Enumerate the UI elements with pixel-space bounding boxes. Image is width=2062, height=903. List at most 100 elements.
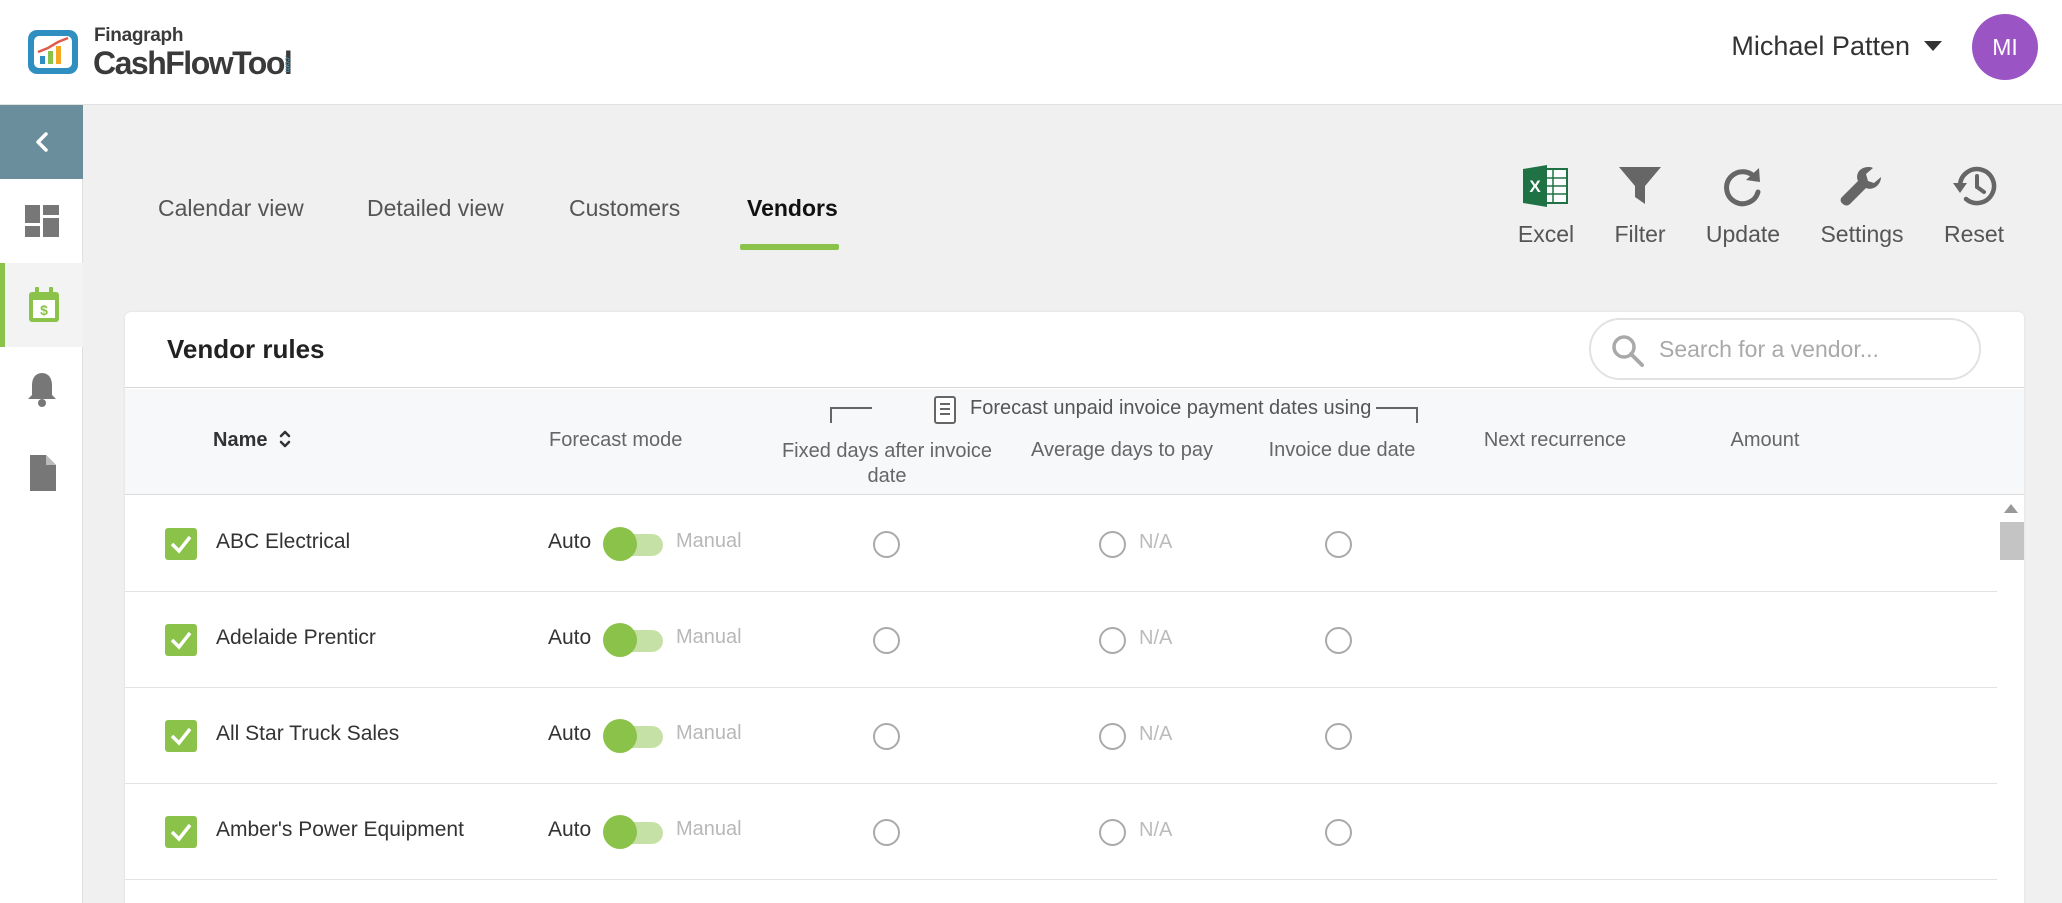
fixed-days-radio[interactable] bbox=[873, 627, 900, 654]
checkmark-icon bbox=[170, 823, 192, 842]
row-checkbox[interactable] bbox=[165, 624, 197, 656]
forecast-mode-toggle[interactable] bbox=[603, 527, 663, 561]
invoice-due-date-radio[interactable] bbox=[1325, 627, 1352, 654]
row-checkbox[interactable] bbox=[165, 816, 197, 848]
toggle-knob bbox=[603, 719, 637, 753]
logo-brand-top: Finagraph bbox=[94, 25, 184, 46]
table-row: Amber's Power Equipment Auto Manual N/A bbox=[125, 784, 1997, 880]
checkmark-icon bbox=[170, 535, 192, 554]
panel-title: Vendor rules bbox=[167, 334, 325, 364]
column-name-label: Name bbox=[213, 429, 268, 451]
vendor-rules-panel: Vendor rules Name Forecast mode bbox=[125, 312, 2024, 903]
sidebar-item-dashboard[interactable] bbox=[0, 179, 83, 263]
vendor-name: All Star Truck Sales bbox=[216, 722, 400, 745]
fixed-days-radio[interactable] bbox=[873, 819, 900, 846]
svg-text:$: $ bbox=[40, 302, 48, 318]
checkmark-icon bbox=[170, 631, 192, 650]
average-days-value: N/A bbox=[1139, 627, 1173, 649]
vendor-name: Adelaide Prenticr bbox=[216, 626, 376, 649]
update-button[interactable]: Update bbox=[1693, 165, 1793, 248]
filter-button[interactable]: Filter bbox=[1590, 165, 1690, 248]
refresh-icon bbox=[1724, 168, 1761, 207]
average-days-radio[interactable] bbox=[1099, 531, 1126, 558]
mode-auto-label: Auto bbox=[548, 530, 592, 553]
average-days-radio[interactable] bbox=[1099, 627, 1126, 654]
group-bracket-right bbox=[1376, 407, 1418, 423]
active-tab-indicator bbox=[740, 244, 839, 250]
filter-label: Filter bbox=[1614, 221, 1666, 247]
tab-customers[interactable]: Customers bbox=[569, 195, 680, 251]
settings-button[interactable]: Settings bbox=[1812, 165, 1912, 248]
table-row: All Star Truck Sales Auto Manual N/A bbox=[125, 688, 1997, 784]
dashboard-icon bbox=[24, 205, 59, 237]
left-sidebar: $ bbox=[0, 105, 83, 903]
excel-button[interactable]: X Excel bbox=[1496, 165, 1596, 248]
svg-text:X: X bbox=[1529, 177, 1541, 196]
history-icon bbox=[1953, 166, 1997, 206]
top-header: Finagraph CashFlowTool .com Michael Patt… bbox=[0, 0, 2062, 105]
sidebar-item-cashflow-calendar[interactable]: $ bbox=[0, 263, 83, 347]
search-icon bbox=[1612, 335, 1644, 367]
scroll-up-arrow-icon[interactable] bbox=[2004, 504, 2018, 513]
panel-header: Vendor rules bbox=[125, 312, 2024, 388]
forecast-method-group-header: Forecast unpaid invoice payment dates us… bbox=[830, 389, 1420, 429]
tab-detailed-view[interactable]: Detailed view bbox=[367, 195, 504, 251]
sidebar-collapse-button[interactable] bbox=[0, 105, 83, 179]
invoice-icon bbox=[934, 396, 956, 424]
column-fixed-days: Fixed days after invoice date bbox=[781, 440, 993, 487]
average-days-radio[interactable] bbox=[1099, 723, 1126, 750]
column-name[interactable]: Name bbox=[213, 429, 291, 452]
cashflowtool-logo[interactable]: Finagraph CashFlowTool .com bbox=[26, 25, 306, 85]
mode-manual-label: Manual bbox=[676, 818, 742, 840]
avatar[interactable]: MI bbox=[1972, 14, 2038, 80]
forecast-mode-toggle[interactable] bbox=[603, 623, 663, 657]
average-days-value: N/A bbox=[1139, 531, 1173, 553]
checkmark-icon bbox=[170, 727, 192, 746]
search-input[interactable] bbox=[1659, 334, 1959, 364]
update-label: Update bbox=[1705, 221, 1781, 247]
fixed-days-radio[interactable] bbox=[873, 531, 900, 558]
logo-brand-suffix: .com bbox=[283, 55, 292, 73]
table-header: Name Forecast mode Forecast unpaid invoi… bbox=[125, 389, 2024, 495]
sort-icon bbox=[279, 430, 291, 448]
toggle-knob bbox=[603, 527, 637, 561]
chevron-left-icon bbox=[35, 132, 48, 152]
mode-manual-label: Manual bbox=[676, 722, 742, 744]
forecast-mode-toggle[interactable] bbox=[603, 719, 663, 753]
column-invoice-due-date: Invoice due date bbox=[1268, 439, 1416, 461]
reset-button[interactable]: Reset bbox=[1924, 165, 2024, 248]
average-days-value: N/A bbox=[1139, 819, 1173, 841]
row-checkbox[interactable] bbox=[165, 528, 197, 560]
wrench-icon bbox=[1840, 167, 1881, 206]
invoice-due-date-radio[interactable] bbox=[1325, 531, 1352, 558]
invoice-due-date-radio[interactable] bbox=[1325, 819, 1352, 846]
excel-icon: X bbox=[1523, 165, 1568, 207]
average-days-radio[interactable] bbox=[1099, 819, 1126, 846]
tab-vendors[interactable]: Vendors bbox=[747, 195, 838, 251]
forecast-mode-toggle[interactable] bbox=[603, 815, 663, 849]
user-menu[interactable]: Michael Patten bbox=[1731, 28, 1942, 64]
caret-down-icon bbox=[1924, 41, 1942, 51]
average-days-value: N/A bbox=[1139, 723, 1173, 745]
row-checkbox[interactable] bbox=[165, 720, 197, 752]
sidebar-item-reports[interactable] bbox=[0, 431, 83, 515]
tab-calendar-view[interactable]: Calendar view bbox=[158, 195, 304, 251]
invoice-due-date-radio[interactable] bbox=[1325, 723, 1352, 750]
logo-chart-icon bbox=[28, 30, 78, 74]
logo-brand-main: CashFlowTool bbox=[93, 45, 293, 81]
sidebar-item-notifications[interactable] bbox=[0, 347, 83, 431]
scrollbar-thumb[interactable] bbox=[2000, 522, 2024, 560]
table-row: ABC Electrical Auto Manual N/A bbox=[125, 496, 1997, 592]
toggle-knob bbox=[603, 623, 637, 657]
fixed-days-radio[interactable] bbox=[873, 723, 900, 750]
column-next-recurrence: Next recurrence bbox=[1483, 429, 1627, 451]
vendor-search[interactable] bbox=[1589, 318, 1981, 380]
bell-icon bbox=[27, 373, 56, 407]
mode-manual-label: Manual bbox=[676, 530, 742, 552]
table-scrollbar[interactable] bbox=[1997, 496, 2024, 903]
toggle-knob bbox=[603, 815, 637, 849]
mode-manual-label: Manual bbox=[676, 626, 742, 648]
column-amount: Amount bbox=[1730, 429, 1800, 451]
settings-label: Settings bbox=[1820, 221, 1904, 247]
mode-auto-label: Auto bbox=[548, 722, 592, 745]
